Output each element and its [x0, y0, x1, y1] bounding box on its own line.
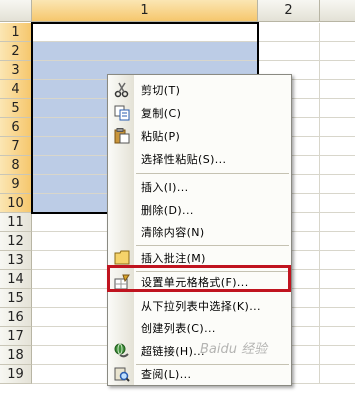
menu-item-label: 创建列表(C)... — [141, 322, 216, 335]
menu-item-pick-from-list[interactable]: 从下拉列表中选择(K)... — [108, 295, 291, 317]
row-header[interactable]: 4 — [0, 80, 32, 99]
menu-separator — [136, 173, 289, 174]
cell-col1[interactable] — [32, 23, 258, 41]
menu-item-label: 设置单元格格式(F)... — [141, 276, 249, 289]
lookup-icon — [114, 367, 130, 382]
cell-col2[interactable] — [258, 42, 320, 60]
row-header[interactable]: 18 — [0, 346, 32, 365]
sheet-row — [32, 23, 355, 42]
copy-icon — [114, 105, 130, 121]
hyperlink-icon — [114, 343, 129, 358]
row-header[interactable]: 10 — [0, 194, 32, 213]
menu-item-delete[interactable]: 删除(D)... — [108, 199, 291, 221]
row-header[interactable]: 19 — [0, 365, 32, 384]
row-header[interactable]: 11 — [0, 213, 32, 232]
menu-item-label: 复制(C) — [141, 107, 182, 120]
menu-item-create-list[interactable]: 创建列表(C)... — [108, 317, 291, 339]
menu-separator — [136, 245, 289, 246]
column-header-1[interactable]: 1 — [32, 0, 258, 22]
menu-item-label: 查阅(L)... — [141, 368, 192, 381]
menu-item-clear-contents[interactable]: 清除内容(N) — [108, 221, 291, 243]
row-header[interactable]: 1 — [0, 23, 32, 42]
cell-col2[interactable] — [258, 23, 320, 41]
row-header[interactable]: 13 — [0, 251, 32, 270]
menu-item-paste[interactable]: 粘贴(P) — [108, 125, 291, 147]
menu-item-format-cells[interactable]: 设置单元格格式(F)... — [108, 271, 291, 293]
cell-col1[interactable] — [32, 42, 258, 60]
row-header[interactable]: 6 — [0, 118, 32, 137]
menu-item-label: 清除内容(N) — [141, 226, 205, 239]
column-header-2[interactable]: 2 — [258, 0, 320, 22]
menu-item-label: 选择性粘贴(S)... — [141, 153, 227, 166]
row-header[interactable]: 5 — [0, 99, 32, 118]
menu-item-label: 从下拉列表中选择(K)... — [141, 300, 261, 313]
paste-icon — [114, 128, 130, 144]
column-header-3[interactable] — [320, 0, 355, 22]
row-header[interactable]: 12 — [0, 232, 32, 251]
menu-item-cut[interactable]: 剪切(T) — [108, 79, 291, 101]
row-header[interactable]: 9 — [0, 175, 32, 194]
menu-item-label: 插入(I)... — [141, 181, 189, 194]
menu-item-label: 删除(D)... — [141, 204, 194, 217]
menu-item-lookup[interactable]: 查阅(L)... — [108, 363, 291, 385]
watermark: Baidu 经验 — [200, 342, 268, 357]
row-header[interactable]: 17 — [0, 327, 32, 346]
row-header[interactable]: 15 — [0, 289, 32, 308]
sheet-row — [32, 42, 355, 61]
row-header[interactable]: 3 — [0, 61, 32, 80]
comment-icon — [114, 250, 130, 265]
row-header[interactable]: 8 — [0, 156, 32, 175]
row-header[interactable]: 14 — [0, 270, 32, 289]
menu-item-label: 粘贴(P) — [141, 130, 181, 143]
menu-item-label: 超链接(H)... — [141, 345, 205, 358]
scissors-icon — [114, 82, 129, 98]
row-header[interactable]: 2 — [0, 42, 32, 61]
select-all-corner[interactable] — [0, 0, 32, 22]
format-cells-icon — [114, 274, 130, 290]
menu-item-copy[interactable]: 复制(C) — [108, 102, 291, 124]
menu-item-label: 插入批注(M) — [141, 252, 206, 265]
row-header[interactable]: 7 — [0, 137, 32, 156]
menu-item-insert-comment[interactable]: 插入批注(M) — [108, 247, 291, 269]
menu-item-paste-special[interactable]: 选择性粘贴(S)... — [108, 148, 291, 170]
menu-item-insert[interactable]: 插入(I)... — [108, 176, 291, 198]
row-header[interactable]: 16 — [0, 308, 32, 327]
menu-item-label: 剪切(T) — [141, 84, 181, 97]
